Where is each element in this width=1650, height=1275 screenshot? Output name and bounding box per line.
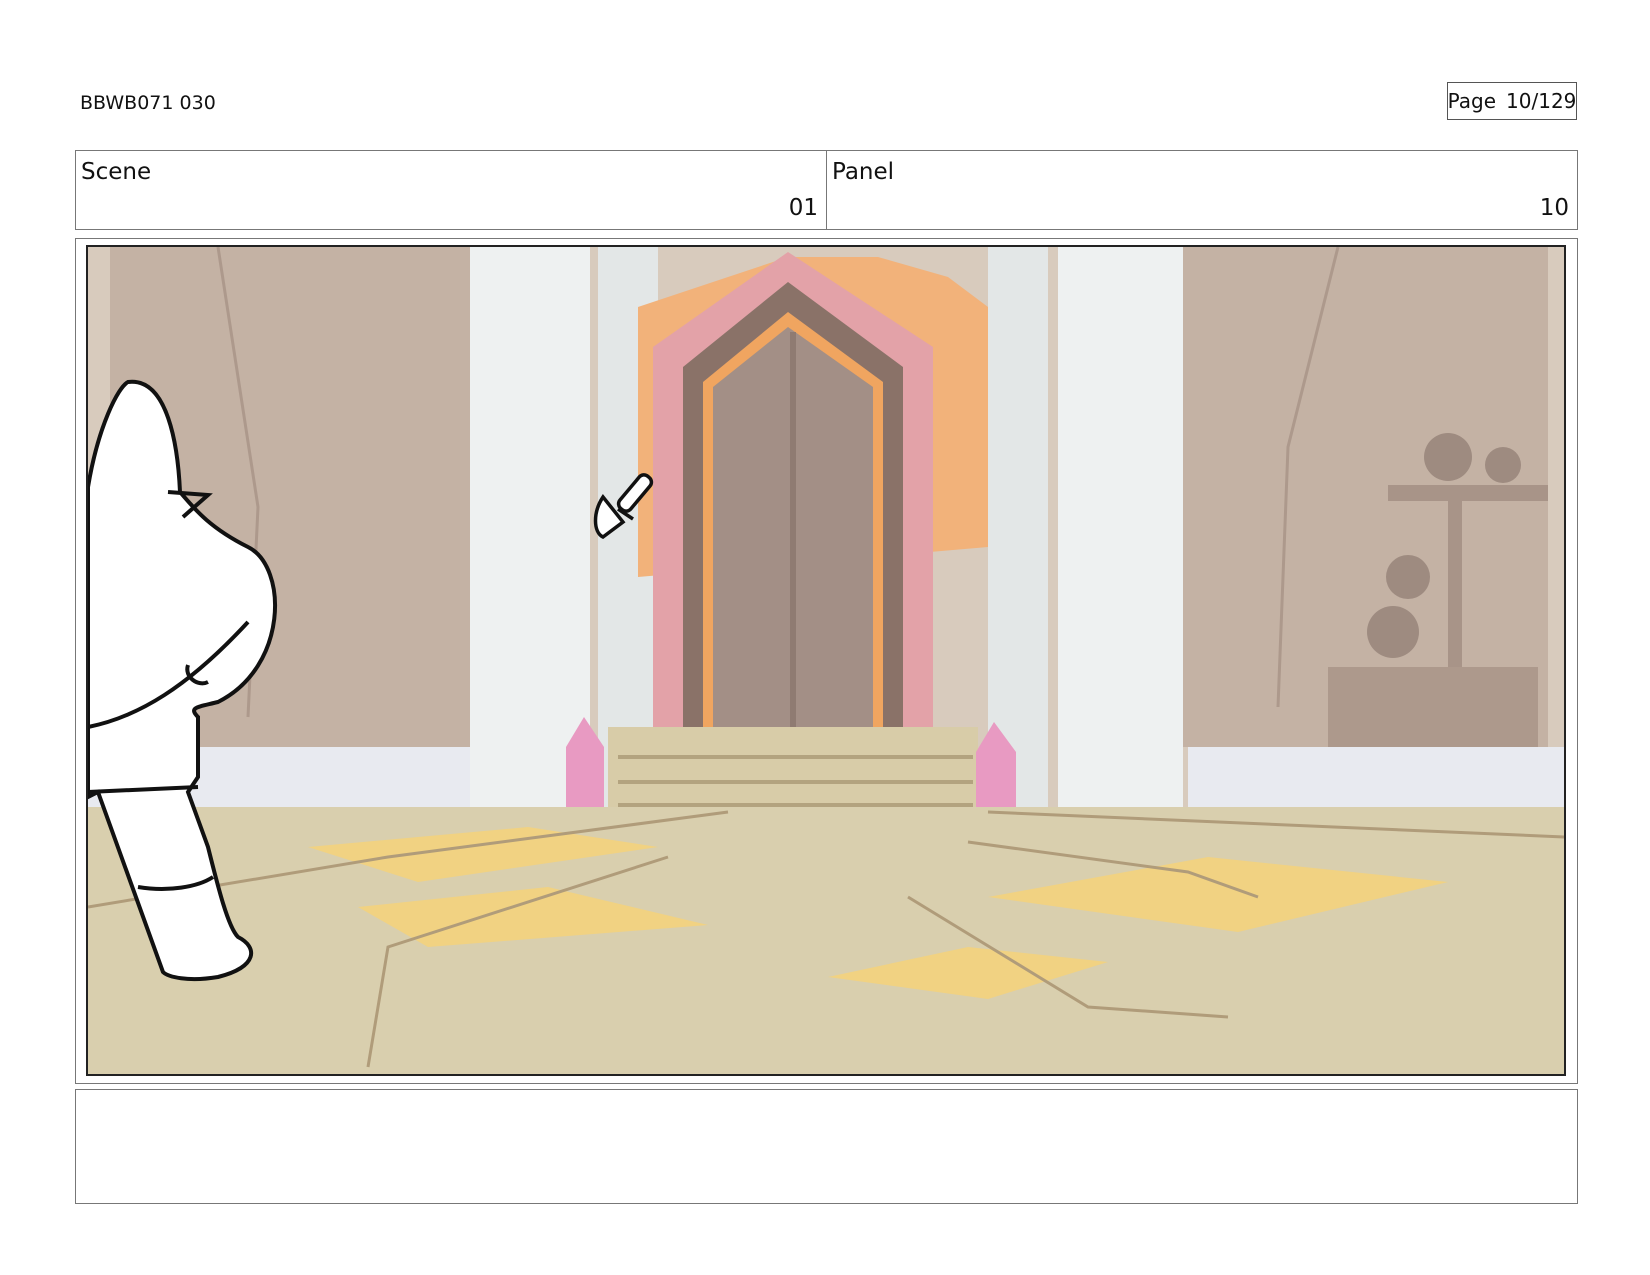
storyboard-drawing xyxy=(86,245,1566,1076)
scene-cell: Scene 01 xyxy=(76,151,826,229)
page-number: 10/129 xyxy=(1506,89,1577,113)
rock-4 xyxy=(1367,606,1419,658)
page-label: Page xyxy=(1447,89,1497,113)
temple-entrance-scene xyxy=(88,247,1564,1074)
panel-number: 10 xyxy=(1539,195,1569,221)
scene-label: Scene xyxy=(81,159,152,185)
scene-number: 01 xyxy=(788,195,818,221)
panel-cell: Panel 10 xyxy=(826,151,1577,229)
rock-1 xyxy=(1424,433,1472,481)
rock-2 xyxy=(1485,447,1521,483)
notes-area xyxy=(75,1089,1578,1204)
shelf-post xyxy=(1448,501,1462,681)
panel-label: Panel xyxy=(832,159,895,185)
production-id: BBWB071 030 xyxy=(80,92,216,114)
shelf-base xyxy=(1328,667,1538,749)
shelf-top xyxy=(1388,485,1548,501)
pillar-right-outer xyxy=(1058,247,1183,827)
scene-panel-header: Scene 01 Panel 10 xyxy=(75,150,1578,230)
rock-3 xyxy=(1386,555,1430,599)
page-indicator: Page 10/129 xyxy=(1447,82,1577,120)
